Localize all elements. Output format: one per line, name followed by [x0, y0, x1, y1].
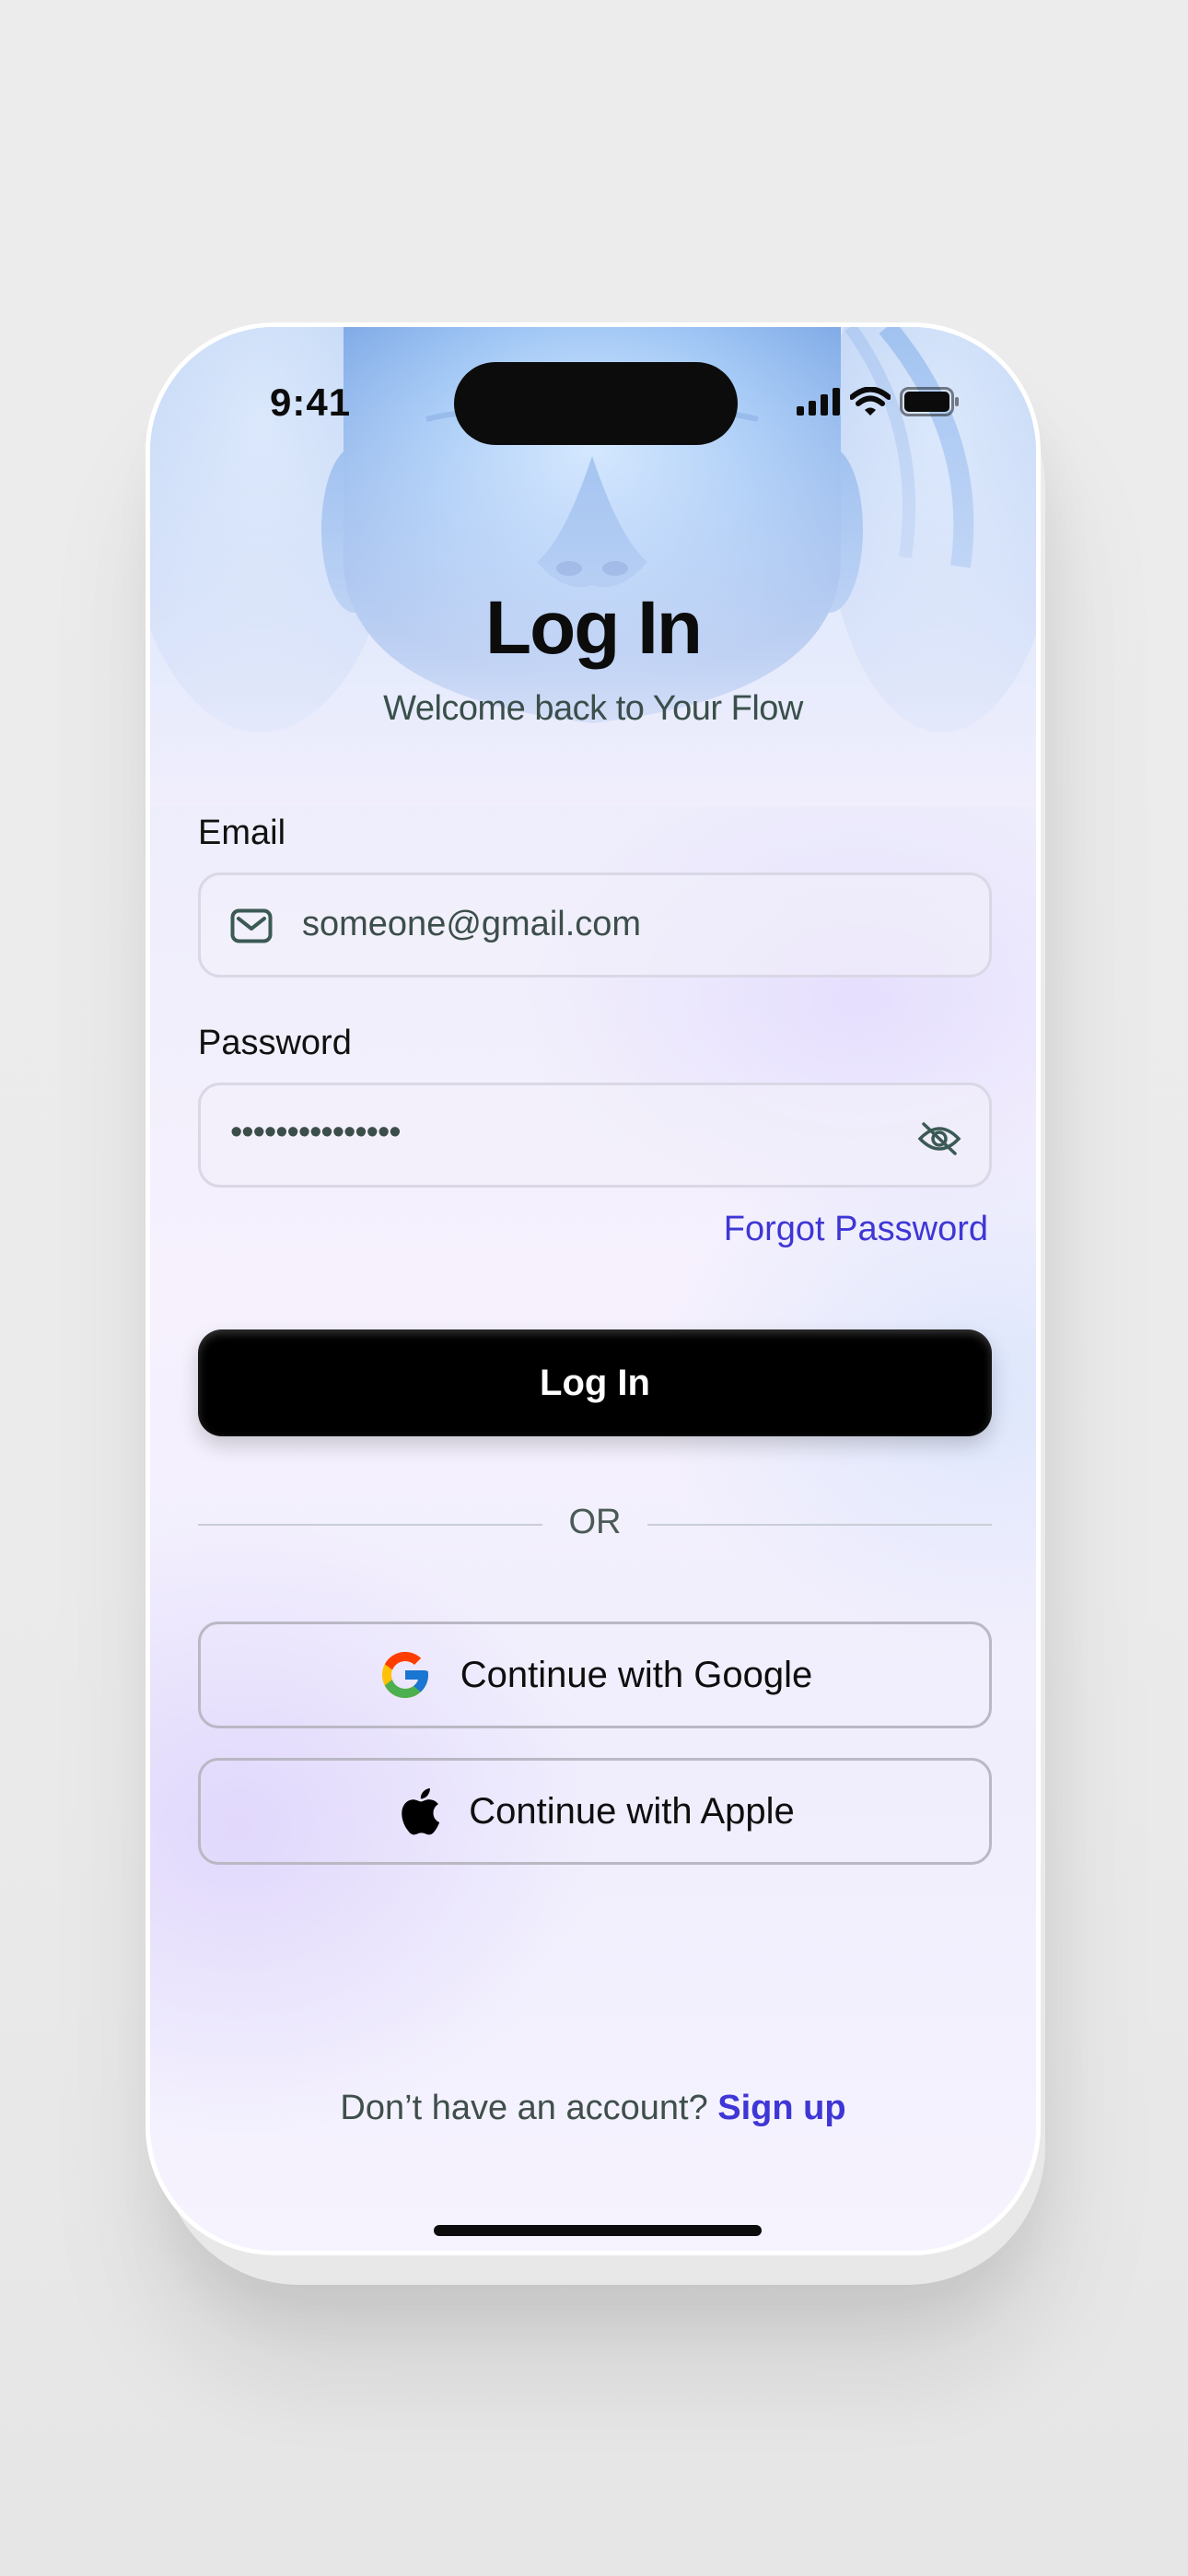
status-time: 9:41	[270, 381, 352, 424]
google-button-label: Continue with Google	[460, 1654, 813, 1695]
signup-prompt-text: Don’t have an account?	[340, 2089, 708, 2127]
cellular-signal-icon	[797, 388, 840, 416]
google-icon	[381, 1652, 428, 1698]
apple-icon	[402, 1788, 440, 1835]
eye-off-icon[interactable]	[917, 1120, 961, 1157]
page-title: Log In	[485, 586, 703, 670]
password-field[interactable]: •••••••••••••••	[198, 1083, 992, 1188]
continue-with-apple-button[interactable]: Continue with Apple	[198, 1758, 992, 1865]
wifi-icon	[850, 387, 891, 416]
login-button[interactable]: Log In	[198, 1329, 992, 1436]
mail-icon	[230, 908, 273, 943]
forgot-password-link[interactable]: Forgot Password	[724, 1210, 988, 1249]
home-indicator[interactable]	[434, 2225, 762, 2236]
apple-button-label: Continue with Apple	[469, 1790, 795, 1832]
divider-text: OR	[568, 1503, 622, 1541]
status-bar: 9:41	[150, 327, 1036, 465]
email-label: Email	[198, 814, 286, 852]
or-divider: OR	[198, 1497, 992, 1552]
email-value: someone@gmail.com	[302, 905, 642, 943]
password-label: Password	[198, 1024, 352, 1062]
dynamic-island	[454, 362, 738, 445]
password-value: •••••••••••••••	[230, 1113, 402, 1152]
signup-prompt: Don’t have an account? Sign up	[150, 2089, 1036, 2128]
page-subtitle: Welcome back to Your Flow	[383, 689, 803, 728]
continue-with-google-button[interactable]: Continue with Google	[198, 1622, 992, 1728]
email-field[interactable]: someone@gmail.com	[198, 872, 992, 978]
phone-frame: 9:41 Log In Welcome back to Your Flow Em…	[146, 322, 1041, 2255]
status-icons	[797, 386, 961, 417]
signup-link[interactable]: Sign up	[717, 2089, 845, 2127]
battery-icon	[900, 387, 959, 416]
